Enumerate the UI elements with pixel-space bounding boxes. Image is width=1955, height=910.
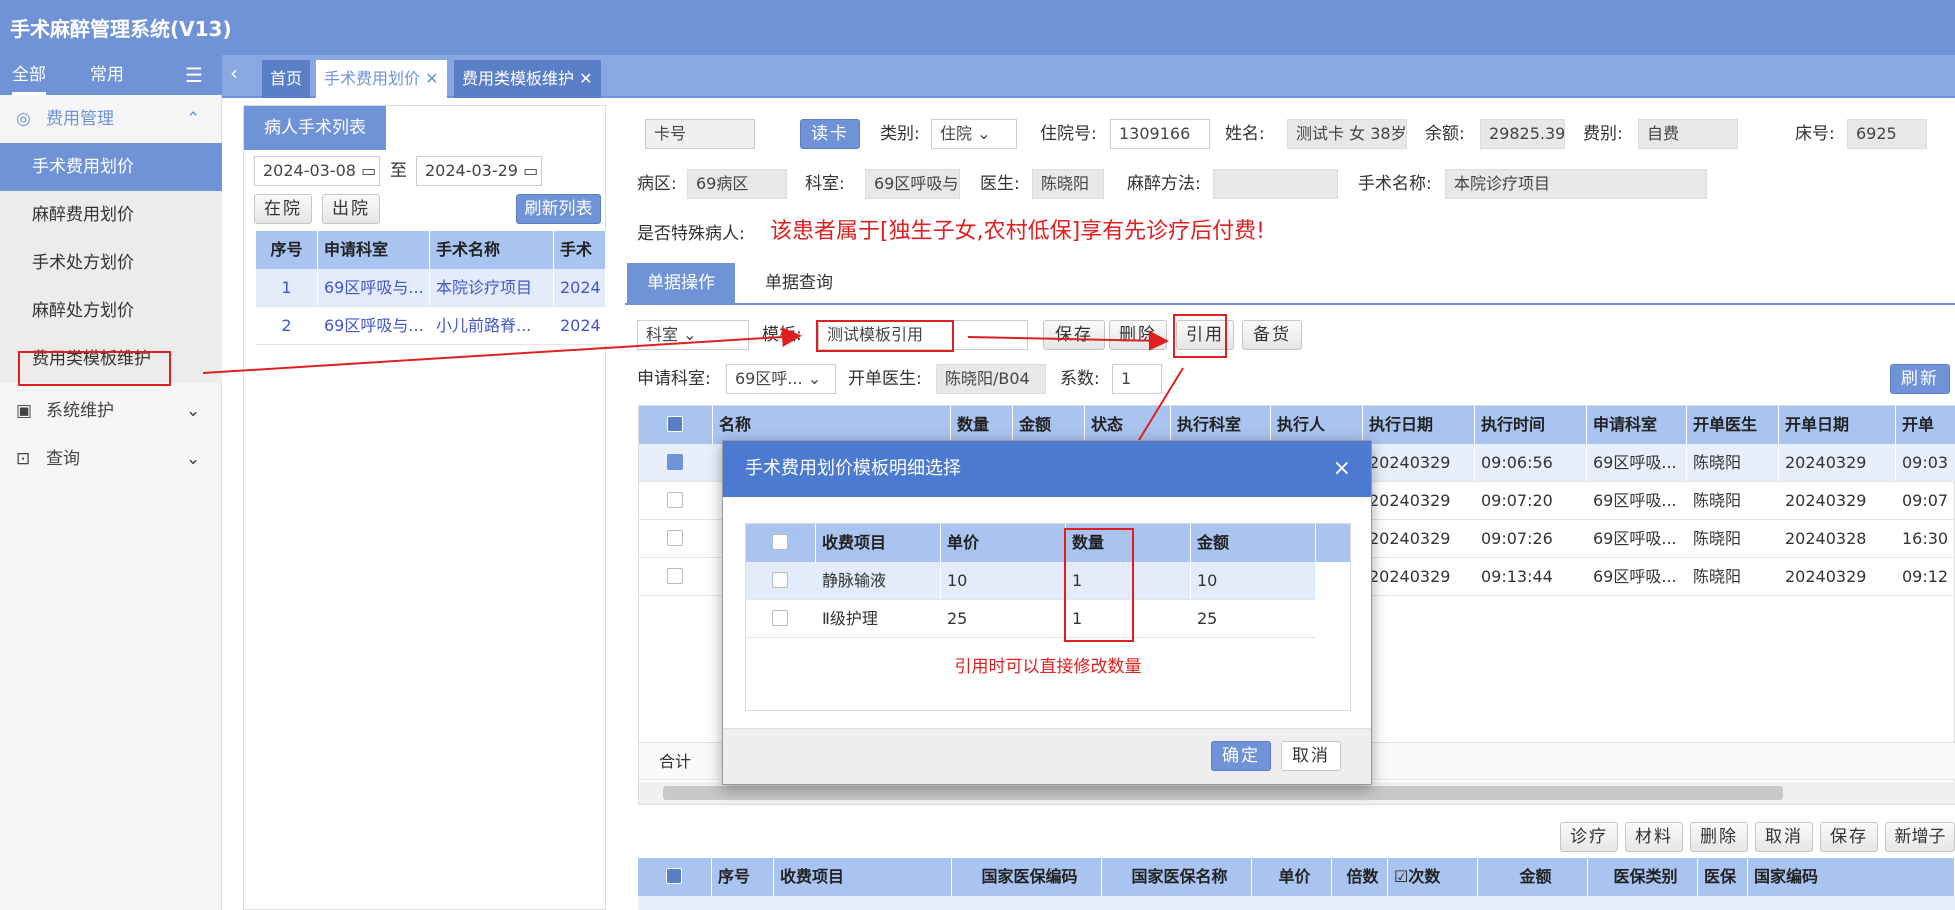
select-all-checkbox[interactable] [772,534,788,550]
cell: 25 [941,600,1066,637]
dialog-footer: 确定 取消 [723,728,1371,784]
dialog-grid: 收费项目 单价 数量 金额 静脉输液 10 1 10 Ⅱ级护理 25 1 25 … [745,523,1351,711]
cell: Ⅱ级护理 [816,600,941,637]
highlight-box [1064,528,1134,642]
cell: 10 [1191,562,1316,599]
col-header: 单价 [941,524,1066,562]
dialog-grid-header: 收费项目 单价 数量 金额 [746,524,1350,562]
dialog-header: 手术费用划价模板明细选择 × [723,441,1371,497]
arrow [202,327,802,374]
template-detail-dialog: 手术费用划价模板明细选择 × 收费项目 单价 数量 金额 静脉输液 10 1 1… [722,440,1372,785]
dialog-note: 引用时可以直接修改数量 [954,657,1142,677]
table-row[interactable]: 静脉输液 10 1 10 [746,562,1316,600]
arrow [967,330,1169,351]
ok-button[interactable]: 确定 [1211,741,1271,771]
col-header: 金额 [1191,524,1316,562]
close-icon[interactable]: × [1333,441,1351,497]
dialog-title: 手术费用划价模板明细选择 [745,458,961,479]
col-header: 收费项目 [816,524,941,562]
cancel-dialog-button[interactable]: 取消 [1281,741,1341,771]
cell: 静脉输液 [816,562,941,599]
select-all-cell [746,524,816,562]
table-row[interactable]: Ⅱ级护理 25 1 25 [746,600,1316,638]
cell: 25 [1191,600,1316,637]
row-checkbox[interactable] [772,610,788,626]
cell: 10 [941,562,1066,599]
row-checkbox[interactable] [772,572,788,588]
